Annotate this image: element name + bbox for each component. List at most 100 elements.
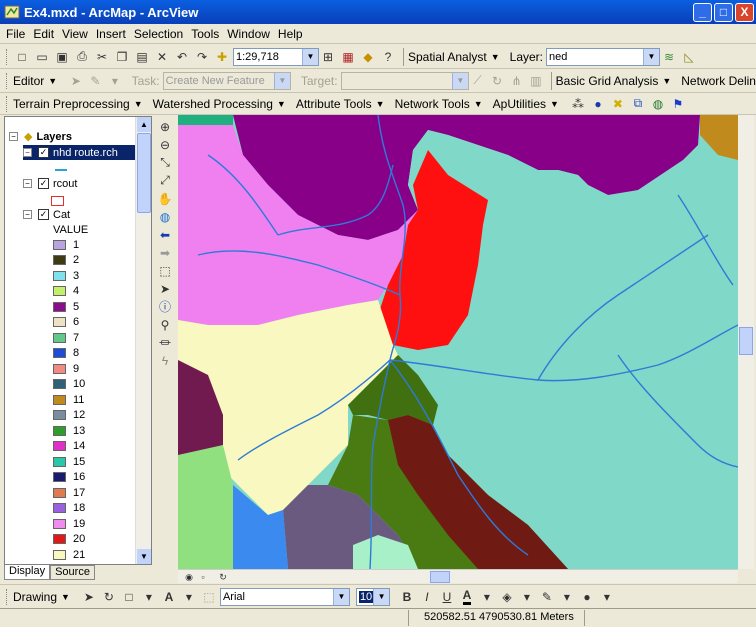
select-elements-icon[interactable]: ➤ <box>156 280 174 297</box>
toc-layer-cat[interactable]: − ✓ Cat <box>23 207 70 222</box>
scroll-thumb[interactable] <box>739 327 753 355</box>
copy-icon[interactable]: ❐ <box>113 48 131 66</box>
marker-color-icon[interactable]: ● <box>578 588 596 606</box>
menu-view[interactable]: View <box>62 27 88 41</box>
zoom-in-icon[interactable]: ⊕ <box>156 118 174 135</box>
collapse-icon[interactable]: − <box>23 148 32 157</box>
toc-layer-rcout[interactable]: − ✓ rcout <box>23 176 77 191</box>
visibility-checkbox[interactable]: ✓ <box>38 147 49 158</box>
split-icon[interactable]: ⟋ <box>469 72 486 90</box>
aputilities-menu[interactable]: ApUtilities ▼ <box>493 97 559 111</box>
visibility-checkbox[interactable]: ✓ <box>38 178 49 189</box>
text-dropdown-icon[interactable]: ▾ <box>180 588 198 606</box>
flag-icon[interactable]: ⚑ <box>669 95 687 113</box>
bold-icon[interactable]: B <box>398 588 416 606</box>
font-color-icon[interactable]: A <box>458 588 476 606</box>
hydro-network-icon[interactable]: ⧉ <box>629 95 647 113</box>
sketch-properties-icon[interactable]: ▥ <box>527 72 544 90</box>
menu-selection[interactable]: Selection <box>134 27 183 41</box>
tab-display[interactable]: Display <box>4 565 51 580</box>
scale-combo[interactable]: 1:29,718 ▼ <box>233 47 319 66</box>
forward-icon[interactable]: ➡ <box>156 244 174 261</box>
task-combo[interactable]: Create New Feature ▼ <box>162 71 291 90</box>
line-color-dropdown-icon[interactable]: ▾ <box>558 588 576 606</box>
fixed-zoom-in-icon[interactable]: ⤡ <box>156 154 174 171</box>
target-combo[interactable]: ▼ <box>340 71 469 90</box>
paste-icon[interactable]: ▤ <box>133 48 151 66</box>
line-color-icon[interactable]: ✎ <box>538 588 556 606</box>
scroll-thumb[interactable] <box>137 133 151 213</box>
font-color-dropdown-icon[interactable]: ▾ <box>478 588 496 606</box>
network-delin-menu[interactable]: Network Delin <box>681 74 756 88</box>
editor-menu[interactable]: Editor ▼ <box>13 74 57 88</box>
delete-icon[interactable]: ✕ <box>153 48 171 66</box>
collapse-icon[interactable]: − <box>23 210 32 219</box>
marker-color-dropdown-icon[interactable]: ▾ <box>598 588 616 606</box>
identify-icon[interactable]: ⓘ <box>156 298 174 315</box>
fixed-zoom-out-icon[interactable]: ⤢ <box>156 172 174 189</box>
font-size-combo[interactable]: 10 ▼ <box>355 587 390 606</box>
scroll-up-icon[interactable]: ▲ <box>137 117 151 132</box>
tab-source[interactable]: Source <box>50 565 95 580</box>
visibility-checkbox[interactable]: ✓ <box>38 209 49 220</box>
close-button[interactable]: X <box>735 2 754 22</box>
select-features-icon[interactable]: ⬚ <box>156 262 174 279</box>
terrain-preprocessing-menu[interactable]: Terrain Preprocessing ▼ <box>13 97 143 111</box>
edit-tool-icon[interactable]: ➤ <box>67 72 84 90</box>
drawing-menu[interactable]: Drawing ▼ <box>13 590 70 604</box>
toc-layer-nhd-route[interactable]: − ✓ nhd route.rch <box>23 145 135 160</box>
layer-combo[interactable]: ned ▼ <box>546 47 660 66</box>
attributes-icon[interactable]: ⋔ <box>508 72 525 90</box>
scroll-thumb[interactable] <box>430 571 450 583</box>
scroll-down-icon[interactable]: ▼ <box>137 549 151 564</box>
fill-color-dropdown-icon[interactable]: ▾ <box>518 588 536 606</box>
menu-help[interactable]: Help <box>278 27 303 41</box>
basic-grid-analysis-menu[interactable]: Basic Grid Analysis ▼ <box>556 74 672 88</box>
save-icon[interactable]: ▣ <box>53 48 71 66</box>
rotate-icon[interactable]: ↻ <box>100 588 118 606</box>
arctoolbox-icon[interactable]: ▦ <box>339 48 357 66</box>
menu-insert[interactable]: Insert <box>96 27 126 41</box>
collapse-icon[interactable]: − <box>23 179 32 188</box>
add-data-icon[interactable]: ✚ <box>213 48 231 66</box>
menu-window[interactable]: Window <box>227 27 270 41</box>
select-elements-icon[interactable]: ➤ <box>80 588 98 606</box>
batch-point-icon[interactable]: ✖ <box>609 95 627 113</box>
cut-icon[interactable]: ✂ <box>93 48 111 66</box>
map-horizontal-scrollbar[interactable]: ◉ ▫ ↻ <box>178 569 738 583</box>
measure-icon[interactable]: ⏛ <box>156 334 174 351</box>
menu-file[interactable]: File <box>6 27 25 41</box>
map-view[interactable] <box>178 115 738 569</box>
back-icon[interactable]: ⬅ <box>156 226 174 243</box>
toc-scrollbar[interactable]: ▲ ▼ <box>135 117 151 564</box>
arccatalog-icon[interactable]: ◆ <box>359 48 377 66</box>
italic-icon[interactable]: I <box>418 588 436 606</box>
full-extent-icon[interactable]: ◍ <box>156 208 174 225</box>
zoom-out-icon[interactable]: ⊖ <box>156 136 174 153</box>
hyperlink-icon[interactable]: ϟ <box>156 352 174 369</box>
redo-icon[interactable]: ↷ <box>193 48 211 66</box>
open-icon[interactable]: ▭ <box>33 48 51 66</box>
maximize-button[interactable]: □ <box>714 2 733 22</box>
watershed-processing-menu[interactable]: Watershed Processing ▼ <box>153 97 286 111</box>
font-combo[interactable]: Arial ▼ <box>219 587 350 606</box>
sketch-dropdown-icon[interactable]: ▾ <box>106 72 123 90</box>
map-vertical-scrollbar[interactable] <box>738 115 754 569</box>
edit-vertices-icon[interactable]: ⬚ <box>200 588 218 606</box>
editor-toolbar-icon[interactable]: ⊞ <box>319 48 337 66</box>
point-delineation-icon[interactable]: ● <box>589 95 607 113</box>
rotate-icon[interactable]: ↻ <box>488 72 505 90</box>
collapse-icon[interactable]: − <box>9 132 18 141</box>
rectangle-icon[interactable]: □ <box>120 588 138 606</box>
minimize-button[interactable]: _ <box>693 2 712 22</box>
find-icon[interactable]: ⚲ <box>156 316 174 333</box>
pan-icon[interactable]: ✋ <box>156 190 174 207</box>
whats-this-icon[interactable]: ? <box>379 48 397 66</box>
new-icon[interactable]: □ <box>13 48 31 66</box>
spatial-analyst-menu[interactable]: Spatial Analyst ▼ <box>408 50 500 64</box>
rectangle-dropdown-icon[interactable]: ▾ <box>140 588 158 606</box>
text-icon[interactable]: A <box>160 588 178 606</box>
menu-edit[interactable]: Edit <box>33 27 54 41</box>
attribute-tools-menu[interactable]: Attribute Tools ▼ <box>296 97 385 111</box>
contour-icon[interactable]: ≋ <box>660 48 678 66</box>
